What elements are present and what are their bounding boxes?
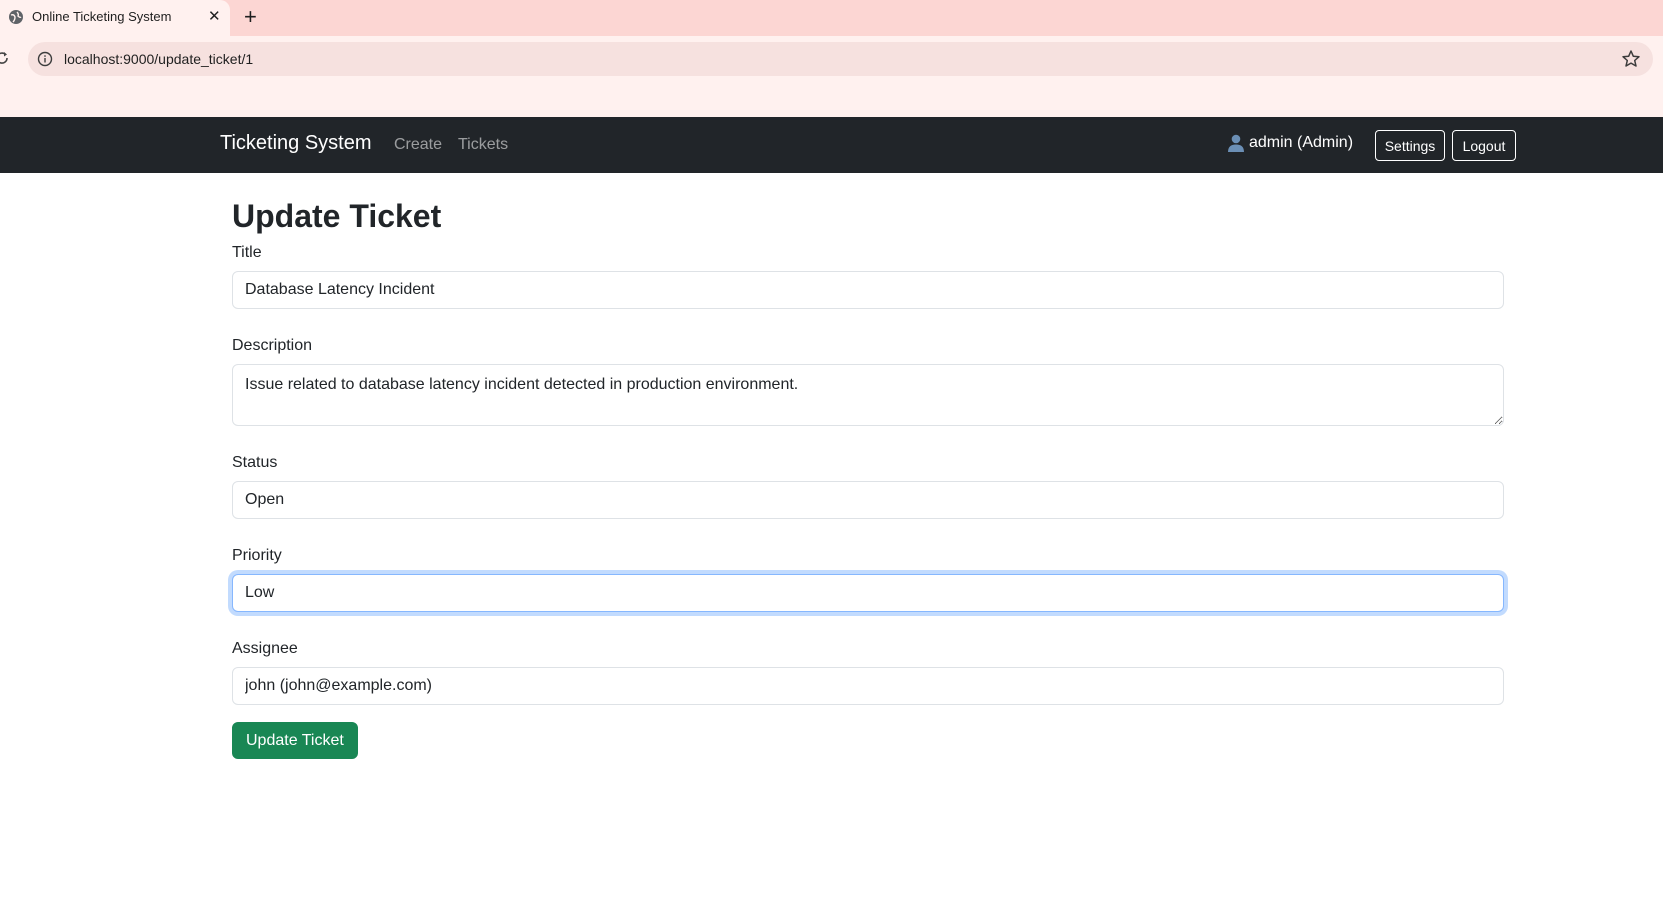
update-ticket-button[interactable]: Update Ticket [232, 722, 358, 760]
user-info: admin (Admin) [1226, 133, 1353, 153]
navbar-brand[interactable]: Ticketing System [220, 132, 372, 155]
close-icon[interactable]: ✕ [208, 8, 221, 26]
assignee-field-group: Assignee [232, 639, 1504, 706]
browser-chrome: Online Ticketing System ✕ + localhost:90… [0, 0, 1663, 117]
navbar: Ticketing System Create Tickets admin (A… [0, 117, 1663, 173]
plus-icon[interactable]: + [244, 5, 257, 29]
star-icon[interactable] [1621, 49, 1641, 69]
nav-link-create[interactable]: Create [394, 136, 442, 154]
priority-label: Priority [232, 547, 282, 565]
title-label: Title [232, 244, 262, 262]
description-label: Description [232, 337, 313, 355]
priority-input[interactable] [232, 574, 1504, 613]
status-input[interactable] [232, 481, 1504, 520]
title-input[interactable] [232, 271, 1504, 310]
nav-link-tickets[interactable]: Tickets [458, 136, 508, 154]
settings-button[interactable]: Settings [1375, 130, 1445, 161]
main-content: Update Ticket Title Description Issue re… [232, 173, 1504, 760]
priority-field-group: Priority [232, 546, 1504, 613]
url-text[interactable]: localhost:9000/update_ticket/1 [64, 51, 253, 67]
status-label: Status [232, 454, 278, 472]
logout-button[interactable]: Logout [1452, 130, 1516, 161]
assignee-label: Assignee [232, 640, 298, 658]
description-field-group: Description Issue related to database la… [232, 336, 1504, 427]
info-icon[interactable] [37, 51, 53, 67]
description-textarea[interactable]: Issue related to database latency incide… [232, 364, 1504, 427]
address-bar[interactable]: localhost:9000/update_ticket/1 [28, 42, 1653, 76]
status-field-group: Status [232, 453, 1504, 520]
user-label: admin (Admin) [1249, 134, 1354, 151]
reload-icon[interactable] [0, 50, 10, 66]
user-icon [1228, 134, 1244, 152]
tab-strip: Online Ticketing System ✕ + [0, 0, 1663, 36]
browser-tab[interactable]: Online Ticketing System ✕ [0, 0, 230, 36]
page-title: Update Ticket [232, 198, 442, 234]
globe-icon [9, 10, 23, 24]
tab-title: Online Ticketing System [32, 9, 172, 24]
title-field-group: Title [232, 243, 1504, 310]
assignee-input[interactable] [232, 667, 1504, 706]
